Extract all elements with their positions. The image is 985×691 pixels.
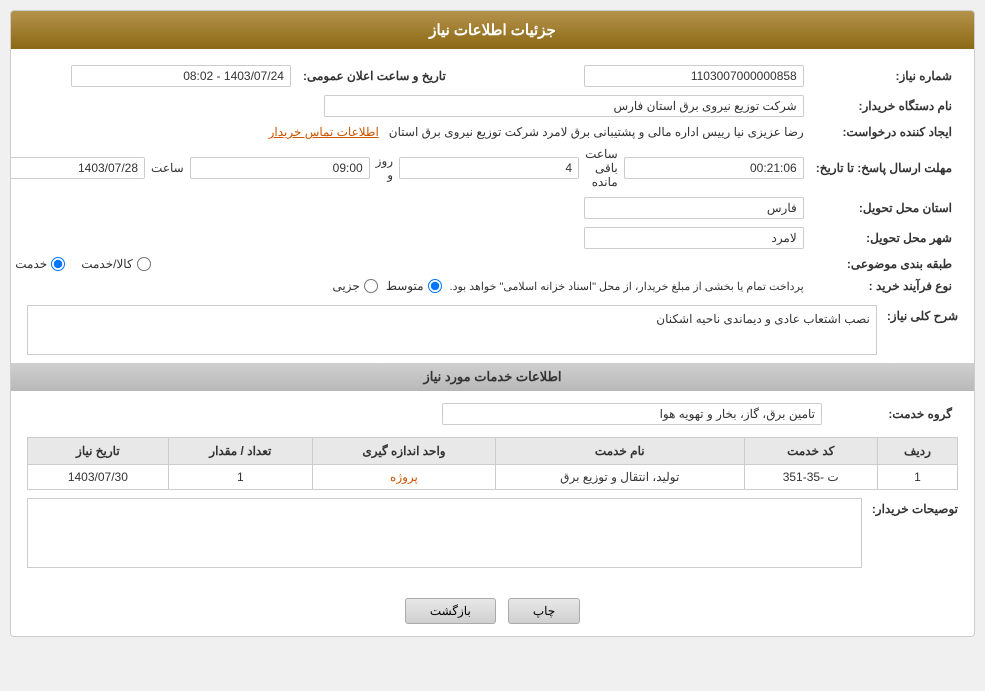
cell-radif: 1 [877,465,957,490]
page-header: جزئیات اطلاعات نیاز [11,11,974,49]
tabaqe-kala-khadamat-label: کالا/خدمت [81,257,132,271]
ostan-label: استان محل تحویل: [810,193,958,223]
button-row: چاپ بازگشت [11,586,974,636]
cell-code: ت -35-351 [744,465,877,490]
services-section-label: اطلاعات خدمات مورد نیاز [423,369,561,384]
mohlat-roz-value: 4 [399,157,579,179]
col-code: کد خدمت [744,438,877,465]
tabaqe-khadamat-option[interactable]: خدمت [15,257,65,271]
shahr-value: لامرد [584,227,804,249]
print-button[interactable]: چاپ [508,598,580,624]
nam-dastgah-label: نام دستگاه خریدار: [810,91,958,121]
header-title: جزئیات اطلاعات نیاز [429,22,556,39]
cell-tarikh: 1403/07/30 [28,465,169,490]
col-vahid: واحد اندازه گیری [312,438,495,465]
shomara-niaz-value: 1103007000000858 [584,65,804,87]
cell-tedad: 1 [168,465,312,490]
nam-dastgah-value: شرکت توزیع نیروی برق استان فارس [324,95,804,117]
tosifat-value [27,498,862,568]
col-radif: ردیف [877,438,957,465]
ijad-konande-value: رضا عزیزی نیا رییس اداره مالی و پشتیبانی… [389,125,804,139]
sharh-label: شرح کلی نیاز: [887,305,958,323]
ostan-value: فارس [584,197,804,219]
tabaqe-khadamat-label: خدمت [15,257,47,271]
nooe-jozii-option[interactable]: جزیی [332,279,377,293]
nooe-farayand-label: نوع فرآیند خرید : [810,275,958,297]
col-tedad: تعداد / مقدار [168,438,312,465]
mohlat-label: مهلت ارسال پاسخ: تا تاریخ: [810,143,958,193]
mohlat-date: 1403/07/28 [10,157,145,179]
services-section-header: اطلاعات خدمات مورد نیاز [11,363,974,391]
mohlat-saat-value: 09:00 [190,157,370,179]
col-name: نام خدمت [495,438,744,465]
cell-name: تولید، انتقال و توزیع برق [495,465,744,490]
nooe-jozii-label: جزیی [332,279,359,293]
ijad-konande-link[interactable]: اطلاعات تماس خریدار [269,125,379,139]
tabaqe-label: طبقه بندی موضوعی: [810,253,958,275]
table-row: 1ت -35-351تولید، انتقال و توزیع برقپروژه… [28,465,958,490]
gorohe-khadamat-label: گروه خدمت: [828,399,958,429]
tarikh-elan-label: تاریخ و ساعت اعلان عمومی: [297,61,452,91]
gorohe-khadamat-value: تامین برق، گاز، بخار و تهویه هوا [442,403,822,425]
nooe-motevaset-option[interactable]: متوسط [386,279,442,293]
nooe-motevaset-label: متوسط [386,279,424,293]
shahr-label: شهر محل تحویل: [810,223,958,253]
mohlat-roz-label: روز و [376,154,393,182]
col-tarikh: تاریخ نیاز [28,438,169,465]
ijad-konande-label: ایجاد کننده درخواست: [810,121,958,143]
cell-vahid: پروژه [312,465,495,490]
tarikh-elan-value: 1403/07/24 - 08:02 [71,65,291,87]
services-table: ردیف کد خدمت نام خدمت واحد اندازه گیری ت… [27,437,958,490]
tosifat-label: توصیحات خریدار: [872,498,958,516]
mohlat-saat-mande-value: 00:21:06 [624,157,804,179]
back-button[interactable]: بازگشت [405,598,496,624]
mohlat-saat-mande-label: ساعت باقی مانده [585,147,618,189]
tabaqe-kala-khadamat-option[interactable]: کالا/خدمت [81,257,150,271]
shomara-niaz-label: شماره نیاز: [810,61,958,91]
mohlat-saat-label: ساعت [151,161,184,175]
nooe-payamad: پرداخت تمام یا بخشی از مبلغ خریدار، از م… [450,280,804,293]
sharh-value: نصب اشتعاب عادی و دیماندی ناحیه اشکنان [27,305,877,355]
